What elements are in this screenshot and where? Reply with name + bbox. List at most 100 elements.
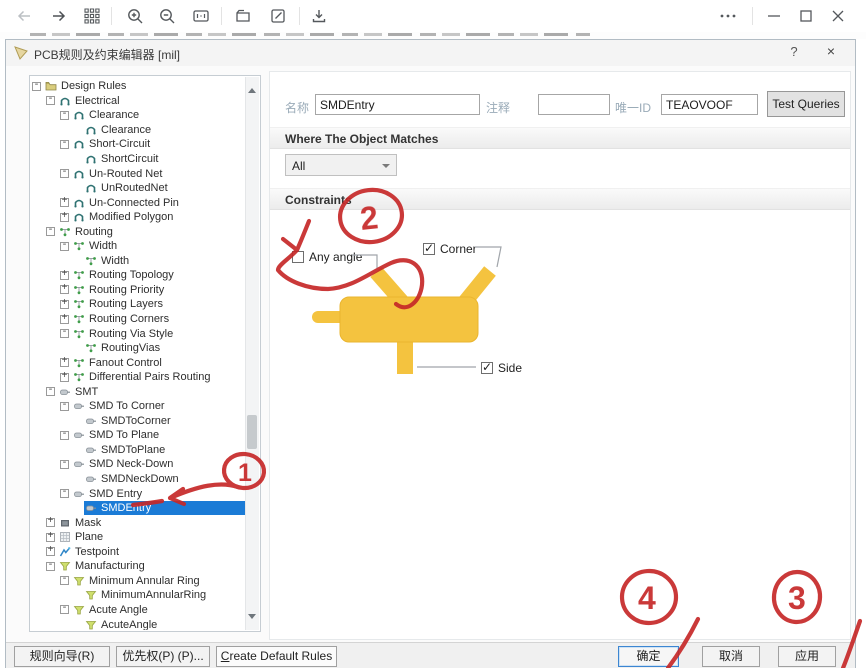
tree-item-design-rules[interactable]: -Design Rules: [32, 79, 245, 94]
scroll-down-icon[interactable]: [248, 614, 256, 628]
tree-item-routing-corners[interactable]: +Routing Corners: [32, 312, 245, 327]
comment-input[interactable]: [538, 94, 610, 115]
expand-icon[interactable]: +: [46, 547, 55, 556]
corner-checkbox[interactable]: [423, 243, 435, 255]
tree-item-routing-priority[interactable]: +Routing Priority: [32, 283, 245, 298]
collapse-icon[interactable]: -: [46, 227, 55, 236]
tree-item-smd-to-plane[interactable]: -SMD To Plane: [32, 428, 245, 443]
tree-item-plane[interactable]: +Plane: [32, 530, 245, 545]
collapse-icon[interactable]: -: [60, 460, 69, 469]
tree-item-routing-topology[interactable]: +Routing Topology: [32, 268, 245, 283]
minimize-icon[interactable]: [764, 6, 784, 26]
tree-item-un-routed-net[interactable]: -Un-Routed Net: [32, 166, 245, 181]
name-input[interactable]: [315, 94, 480, 115]
scroll-up-icon[interactable]: [248, 79, 256, 93]
tree-scrollbar[interactable]: [245, 77, 259, 630]
expand-icon[interactable]: +: [46, 533, 55, 542]
expand-icon[interactable]: +: [60, 358, 69, 367]
expand-icon[interactable]: +: [60, 373, 69, 382]
collapse-icon[interactable]: -: [60, 431, 69, 440]
collapse-icon[interactable]: -: [60, 489, 69, 498]
tree-item-electrical[interactable]: -Electrical: [32, 94, 245, 109]
tree-item-minimum-annular-ring[interactable]: -Minimum Annular Ring: [32, 574, 245, 589]
scope-dropdown[interactable]: All: [285, 154, 397, 176]
tree-item-acuteangle[interactable]: AcuteAngle: [32, 617, 245, 630]
collapse-icon[interactable]: -: [60, 605, 69, 614]
close-window-icon[interactable]: [828, 6, 848, 26]
tree-item-short-circuit[interactable]: -Short-Circuit: [32, 137, 245, 152]
expand-icon[interactable]: +: [60, 315, 69, 324]
rule-wizard-button[interactable]: 规则向导(R) (R)...: [14, 646, 110, 667]
create-default-rules-button[interactable]: Create Default Rules: [216, 646, 337, 667]
forward-icon[interactable]: [49, 6, 69, 26]
collapse-icon[interactable]: -: [60, 329, 69, 338]
tree-item-width[interactable]: -Width: [32, 239, 245, 254]
side-checkbox[interactable]: [481, 362, 493, 374]
tree-item-shortcircuit[interactable]: ShortCircuit: [32, 152, 245, 167]
tree-item-clearance[interactable]: -Clearance: [32, 108, 245, 123]
expand-icon[interactable]: +: [60, 271, 69, 280]
tree-item-smdtocorner[interactable]: SMDToCorner: [32, 414, 245, 429]
collapse-icon[interactable]: -: [60, 169, 69, 178]
tree-item-smdentry[interactable]: SMDEntry: [32, 501, 245, 516]
edit-icon[interactable]: [268, 6, 288, 26]
collapse-icon[interactable]: -: [60, 111, 69, 120]
expand-icon[interactable]: +: [60, 300, 69, 309]
tree-item-testpoint[interactable]: +Testpoint: [32, 545, 245, 560]
tree-item-manufacturing[interactable]: -Manufacturing: [32, 559, 245, 574]
ok-button[interactable]: 确定: [618, 646, 679, 667]
expand-icon[interactable]: +: [60, 285, 69, 294]
tree-item-routingvias[interactable]: RoutingVias: [32, 341, 245, 356]
tree-item-clearance[interactable]: Clearance: [32, 123, 245, 138]
tree-item-acute-angle[interactable]: -Acute Angle: [32, 603, 245, 618]
scrollbar-thumb[interactable]: [247, 415, 257, 449]
collapse-icon[interactable]: -: [60, 402, 69, 411]
tree-item-modified-polygon[interactable]: +Modified Polygon: [32, 210, 245, 225]
collapse-icon[interactable]: -: [60, 242, 69, 251]
expand-icon[interactable]: +: [60, 198, 69, 207]
collapse-icon[interactable]: -: [60, 576, 69, 585]
new-window-icon[interactable]: [233, 6, 253, 26]
tree-item-minimumannularring[interactable]: MinimumAnnularRing: [32, 588, 245, 603]
collapse-icon[interactable]: -: [32, 82, 41, 91]
tree-item-smdtoplane[interactable]: SMDToPlane: [32, 443, 245, 458]
tree-item-mask[interactable]: +Mask: [32, 515, 245, 530]
cancel-button[interactable]: 取消: [702, 646, 760, 667]
tree-item-routing[interactable]: -Routing: [32, 224, 245, 239]
tree-item-routing-layers[interactable]: +Routing Layers: [32, 297, 245, 312]
apps-grid-icon[interactable]: [82, 6, 102, 26]
tree-item-smd-entry[interactable]: -SMD Entry: [32, 486, 245, 501]
unique-id-input[interactable]: [661, 94, 758, 115]
tree-item-smdneckdown[interactable]: SMDNeckDown: [32, 472, 245, 487]
smt-icon: [85, 502, 98, 514]
dialog-close-button[interactable]: ×: [821, 43, 841, 63]
tree-item-differential-pairs-routing[interactable]: +Differential Pairs Routing: [32, 370, 245, 385]
apply-button[interactable]: 应用: [778, 646, 836, 667]
zoom-out-icon[interactable]: [157, 6, 177, 26]
collapse-icon[interactable]: -: [46, 562, 55, 571]
zoom-in-icon[interactable]: [125, 6, 145, 26]
save-download-icon[interactable]: [309, 6, 329, 26]
tree-item-smt[interactable]: -SMT: [32, 384, 245, 399]
any-angle-checkbox[interactable]: [292, 251, 304, 263]
tree-item-fanout-control[interactable]: +Fanout Control: [32, 355, 245, 370]
test-queries-button[interactable]: Test Queries: [767, 91, 845, 117]
tree-item-smd-neck-down[interactable]: -SMD Neck-Down: [32, 457, 245, 472]
help-button[interactable]: ?: [785, 44, 803, 62]
tree-item-unroutednet[interactable]: UnRoutedNet: [32, 181, 245, 196]
more-options-icon[interactable]: [716, 6, 740, 26]
collapse-icon[interactable]: -: [46, 387, 55, 396]
tree-item-smd-to-corner[interactable]: -SMD To Corner: [32, 399, 245, 414]
collapse-icon[interactable]: -: [60, 140, 69, 149]
maximize-icon[interactable]: [796, 6, 816, 26]
expand-icon[interactable]: +: [46, 518, 55, 527]
expand-icon[interactable]: +: [60, 213, 69, 222]
back-icon[interactable]: [14, 6, 34, 26]
tree-item-un-connected-pin[interactable]: +Un-Connected Pin: [32, 195, 245, 210]
tree-item-routing-via-style[interactable]: -Routing Via Style: [32, 326, 245, 341]
electrical-icon: [73, 138, 86, 150]
collapse-icon[interactable]: -: [46, 96, 55, 105]
priorities-button[interactable]: 优先权(P) (P)...: [116, 646, 210, 667]
tree-item-width[interactable]: Width: [32, 254, 245, 269]
actual-size-icon[interactable]: [191, 6, 211, 26]
